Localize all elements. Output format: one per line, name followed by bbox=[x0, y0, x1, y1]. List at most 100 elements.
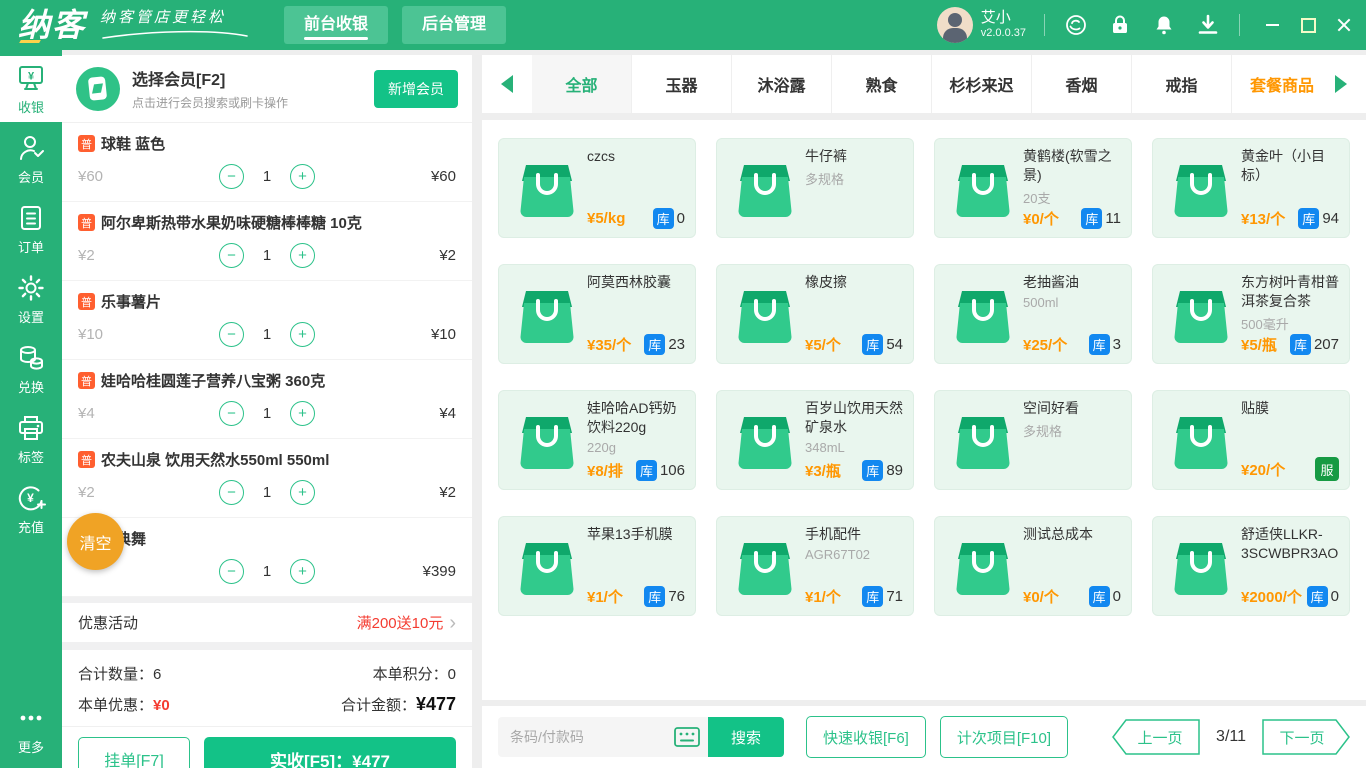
category-tab[interactable]: 杉杉来迟 bbox=[932, 55, 1032, 113]
sidebar-item-cashier[interactable]: ¥ 收银 bbox=[0, 56, 62, 122]
product-card[interactable]: 娃哈哈AD钙奶饮料220g 220g ¥8/排 库 106 bbox=[498, 390, 696, 490]
stock-info: 库 71 bbox=[862, 586, 903, 607]
category-tab[interactable]: 全部 bbox=[532, 55, 632, 113]
promo-row[interactable]: 优惠活动 满200送10元 › bbox=[62, 597, 472, 650]
download-icon[interactable] bbox=[1195, 12, 1221, 38]
product-name: czcs bbox=[587, 148, 615, 164]
sidebar-item-more[interactable]: 更多 bbox=[0, 696, 62, 762]
category-tab[interactable]: 套餐商品 bbox=[1232, 55, 1316, 113]
quick-checkout-button[interactable]: 快速收银[F6] bbox=[806, 716, 926, 758]
product-grid: czcs ¥5/kg 库 0 牛仔裤 多规格 黄鹤楼(软雪之景) 20支 ¥0/… bbox=[482, 120, 1366, 700]
hold-order-button[interactable]: 挂单[F7] bbox=[78, 737, 190, 768]
item-type-tag: 普 bbox=[78, 293, 95, 310]
category-tab[interactable]: 戒指 bbox=[1132, 55, 1232, 113]
item-unit-price: ¥4 bbox=[78, 405, 95, 422]
sidebar-item-label[interactable]: 标签 bbox=[0, 406, 62, 472]
close-button[interactable] bbox=[1336, 17, 1352, 33]
stock-info: 库 3 bbox=[1088, 334, 1121, 355]
product-card[interactable]: czcs ¥5/kg 库 0 bbox=[498, 138, 696, 238]
bell-icon[interactable] bbox=[1151, 12, 1177, 38]
increase-button[interactable]: + bbox=[290, 559, 315, 584]
stock-count: 54 bbox=[886, 336, 903, 353]
product-card[interactable]: 测试总成本 ¥0/个 库 0 bbox=[934, 516, 1132, 616]
maximize-button[interactable] bbox=[1300, 17, 1316, 33]
main-tabs: 前台收银 后台管理 bbox=[284, 6, 507, 44]
sidebar-item-settings[interactable]: 设置 bbox=[0, 266, 62, 332]
item-quantity: 1 bbox=[262, 247, 272, 264]
decrease-button[interactable]: − bbox=[219, 559, 244, 584]
member-select[interactable]: 选择会员[F2] 点击进行会员搜索或刷卡操作 新增会员 bbox=[62, 55, 472, 123]
svg-text:¥: ¥ bbox=[28, 70, 35, 82]
product-price: ¥25/个 bbox=[1023, 337, 1068, 354]
cart-item: 普 娃哈哈桂圆莲子营养八宝粥 360克 ¥4 − 1 + ¥4 bbox=[62, 360, 472, 439]
chevron-right-icon: › bbox=[449, 611, 456, 634]
product-card[interactable]: 黄金叶（小目标） ¥13/个 库 94 bbox=[1152, 138, 1350, 238]
search-button[interactable]: 搜索 bbox=[708, 717, 784, 757]
category-tab[interactable]: 熟食 bbox=[832, 55, 932, 113]
shopping-bag-icon bbox=[943, 525, 1023, 607]
user-account[interactable]: 艾小 v2.0.0.37 bbox=[936, 7, 1026, 43]
sidebar-item-exchange[interactable]: 兑换 bbox=[0, 336, 62, 402]
decrease-button[interactable]: − bbox=[219, 322, 244, 347]
prev-page-button[interactable]: 上一页 bbox=[1112, 719, 1200, 755]
decrease-button[interactable]: − bbox=[219, 401, 244, 426]
product-name: 橡皮擦 bbox=[805, 274, 847, 290]
item-total: ¥2 bbox=[439, 247, 456, 264]
item-name: 球鞋 蓝色 bbox=[101, 136, 166, 153]
stock-info: 库 0 bbox=[1306, 586, 1339, 607]
stock-badge-icon: 库 bbox=[1306, 586, 1328, 607]
sidebar-item-orders[interactable]: 订单 bbox=[0, 196, 62, 262]
main-tab[interactable]: 前台收银 bbox=[284, 6, 389, 44]
minimize-button[interactable] bbox=[1264, 17, 1280, 33]
divider bbox=[1239, 14, 1240, 36]
keyboard-icon[interactable] bbox=[674, 727, 700, 752]
decrease-button[interactable]: − bbox=[219, 243, 244, 268]
clear-cart-button[interactable]: 清空 bbox=[67, 513, 124, 570]
category-tab[interactable]: 玉器 bbox=[632, 55, 732, 113]
stock-info: 库 207 bbox=[1289, 334, 1339, 355]
checkout-button[interactable]: 实收[F5]：¥477 bbox=[204, 737, 456, 768]
product-card[interactable]: 舒适侠LLKR-3SCWBPR3AO ¥2000/个 库 0 bbox=[1152, 516, 1350, 616]
product-card[interactable]: 牛仔裤 多规格 bbox=[716, 138, 914, 238]
product-card[interactable]: 手机配件 AGR67T02 ¥1/个 库 71 bbox=[716, 516, 914, 616]
user-name: 艾小 bbox=[980, 9, 1011, 27]
decrease-button[interactable]: − bbox=[219, 480, 244, 505]
category-next-button[interactable] bbox=[1316, 55, 1366, 113]
recharge-icon: ¥ bbox=[18, 485, 46, 510]
product-card[interactable]: 橡皮擦 ¥5/个 库 54 bbox=[716, 264, 914, 364]
product-name: 娃哈哈AD钙奶饮料220g bbox=[587, 400, 677, 435]
sidebar-item-member[interactable]: 会员 bbox=[0, 126, 62, 192]
decrease-button[interactable]: − bbox=[219, 164, 244, 189]
next-page-button[interactable]: 下一页 bbox=[1262, 719, 1350, 755]
product-card[interactable]: 老抽酱油 500ml ¥25/个 库 3 bbox=[934, 264, 1132, 364]
customer-service-icon[interactable] bbox=[1063, 12, 1089, 38]
increase-button[interactable]: + bbox=[290, 401, 315, 426]
main-tab[interactable]: 后台管理 bbox=[402, 6, 507, 44]
product-card[interactable]: 黄鹤楼(软雪之景) 20支 ¥0/个 库 11 bbox=[934, 138, 1132, 238]
product-card[interactable]: 东方树叶青柑普洱茶复合茶 500毫升 ¥5/瓶 库 207 bbox=[1152, 264, 1350, 364]
sidebar-item-recharge[interactable]: ¥ 充值 bbox=[0, 476, 62, 542]
promo-value: 满200送10元 bbox=[356, 615, 444, 632]
item-unit-price: ¥2 bbox=[78, 247, 95, 264]
increase-button[interactable]: + bbox=[290, 243, 315, 268]
counted-item-button[interactable]: 计次项目[F10] bbox=[939, 716, 1069, 758]
category-tab[interactable]: 沐浴露 bbox=[732, 55, 832, 113]
product-card[interactable]: 贴膜 ¥20/个 服 bbox=[1152, 390, 1350, 490]
shopping-bag-icon bbox=[1161, 273, 1241, 355]
product-card[interactable]: 空间好看 多规格 bbox=[934, 390, 1132, 490]
increase-button[interactable]: + bbox=[290, 480, 315, 505]
product-card[interactable]: 阿莫西林胶囊 ¥35/个 库 23 bbox=[498, 264, 696, 364]
product-spec: 348mL bbox=[805, 439, 845, 455]
lock-icon[interactable] bbox=[1107, 12, 1133, 38]
add-member-button[interactable]: 新增会员 bbox=[374, 69, 458, 108]
increase-button[interactable]: + bbox=[290, 322, 315, 347]
product-price: ¥1/个 bbox=[587, 589, 623, 606]
member-icon bbox=[20, 135, 44, 160]
product-price: ¥1/个 bbox=[805, 589, 841, 606]
product-card[interactable]: 苹果13手机膜 ¥1/个 库 76 bbox=[498, 516, 696, 616]
discount-value: ¥0 bbox=[153, 697, 170, 714]
increase-button[interactable]: + bbox=[290, 164, 315, 189]
category-prev-button[interactable] bbox=[482, 55, 532, 113]
product-card[interactable]: 百岁山饮用天然矿泉水 348mL ¥3/瓶 库 89 bbox=[716, 390, 914, 490]
category-tab[interactable]: 香烟 bbox=[1032, 55, 1132, 113]
